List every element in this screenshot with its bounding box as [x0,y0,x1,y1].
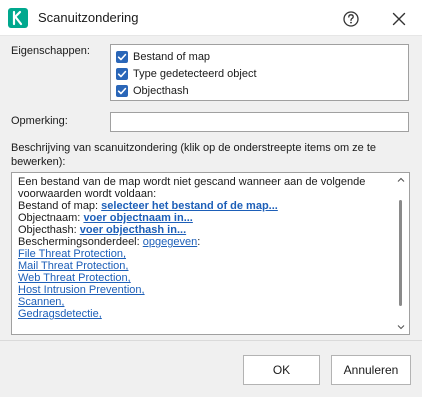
kaspersky-logo-icon [8,8,28,28]
condition-label: Beschermingsonderdeel: [18,236,140,248]
checkbox-detected-object-type[interactable]: Type gedetecteerd object [116,65,257,82]
scroll-up-arrow-icon[interactable] [394,174,408,186]
condition-protection-component: Beschermingsonderdeel: opgegeven: [18,236,393,248]
checkbox-label: Objecthash [133,84,189,97]
description-intro-line: Een bestand van de map wordt niet gescan… [18,176,366,188]
enter-object-name-link[interactable]: voer objectnaam in... [83,212,192,224]
description-intro-line: voorwaarden wordt voldaan: [18,188,157,200]
component-link-mail-threat-protection[interactable]: Mail Threat Protection, [18,260,128,272]
scrollbar-thumb[interactable] [399,200,402,306]
close-icon [392,12,406,26]
help-icon [343,11,359,27]
checkbox-checked-icon [116,67,128,80]
component-link-host-intrusion-prevention[interactable]: Host Intrusion Prevention, [18,284,145,296]
title-bar: Scanuitzondering [0,0,422,36]
component-link-file-threat-protection[interactable]: File Threat Protection, [18,248,126,260]
dialog-content: Eigenschappen: Bestand of map Type gedet… [0,37,422,340]
description-scrollbar[interactable] [394,174,408,333]
remark-label: Opmerking: [11,115,68,127]
dialog-footer: OK Annuleren [0,340,422,397]
condition-file-or-folder: Bestand of map: selecteer het bestand of… [18,200,393,212]
checkbox-label: Type gedetecteerd object [133,67,257,80]
checkbox-checked-icon [116,84,128,97]
window-title: Scanuitzondering [38,10,139,25]
scroll-down-arrow-icon[interactable] [394,321,408,333]
description-box: Een bestand van de map wordt niet gescan… [11,172,410,335]
close-button[interactable] [388,8,410,30]
specified-components-link[interactable]: opgegeven [143,236,197,248]
condition-object-name: Objectnaam: voer objectnaam in... [18,212,393,224]
cancel-button[interactable]: Annuleren [331,355,411,385]
condition-suffix: : [197,236,201,248]
enter-object-hash-link[interactable]: voer objecthash in... [80,224,186,236]
properties-label: Eigenschappen: [11,45,90,57]
condition-object-hash: Objecthash: voer objecthash in... [18,224,393,236]
properties-checkbox-group: Bestand of map Type gedetecteerd object … [110,44,409,101]
description-text: Een bestand van de map wordt niet gescan… [18,176,393,320]
checkbox-label: Bestand of map [133,50,211,63]
ok-button[interactable]: OK [243,355,320,385]
condition-label: Bestand of map: [18,200,99,212]
description-label: Beschrijving van scanuitzondering (klik … [11,142,377,168]
checkbox-object-hash[interactable]: Objecthash [116,82,189,99]
condition-label: Objectnaam: [18,212,81,224]
select-file-or-folder-link[interactable]: selecteer het bestand of de map... [101,200,278,212]
component-link-behavior-detection[interactable]: Gedragsdetectie, [18,308,102,320]
help-button[interactable] [340,8,362,30]
component-link-scan[interactable]: Scannen, [18,296,64,308]
component-link-web-threat-protection[interactable]: Web Threat Protection, [18,272,131,284]
checkbox-checked-icon [116,50,128,63]
remark-input[interactable] [110,112,409,132]
checkbox-file-or-folder[interactable]: Bestand of map [116,48,210,65]
condition-label: Objecthash: [18,224,77,236]
